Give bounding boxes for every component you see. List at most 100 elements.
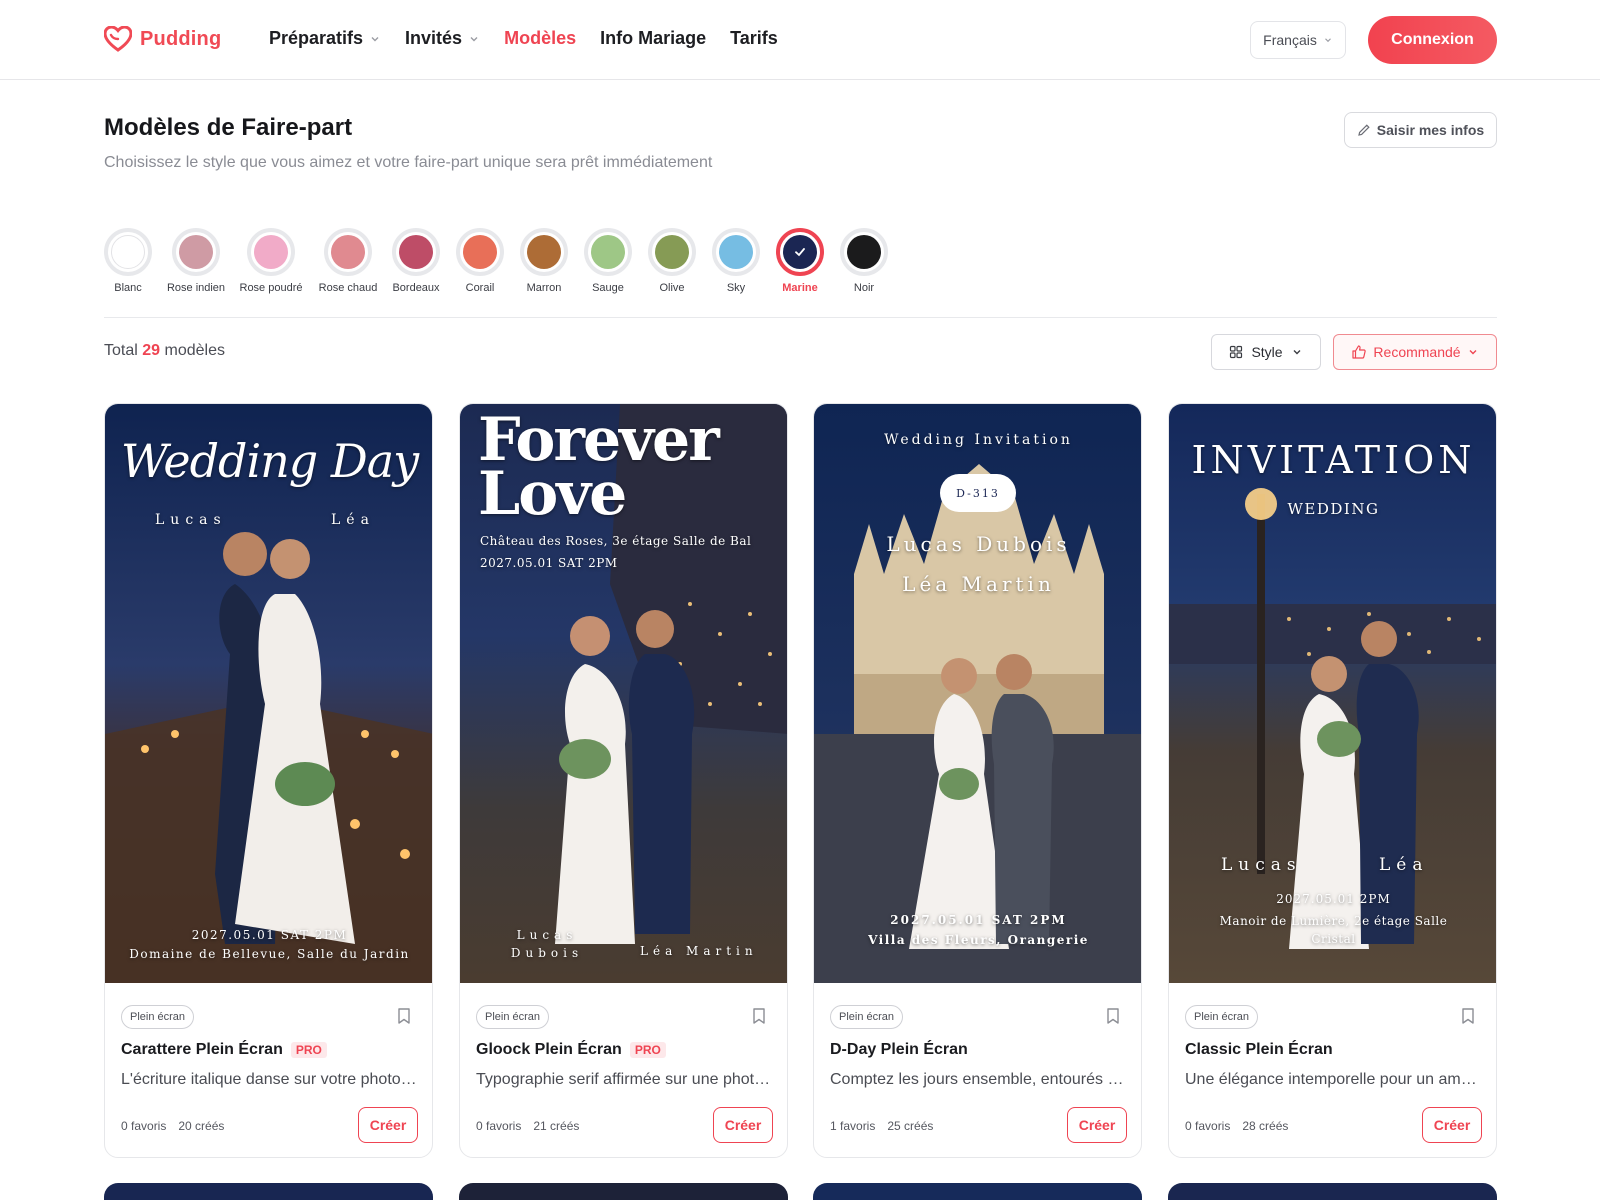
template-preview-image[interactable]: Wedding Day Lucas Léa 2027.05.01 SAT 2PM… (105, 404, 432, 983)
nav-label: Invités (405, 28, 463, 48)
overlay-bride: Léa Martin (640, 944, 758, 958)
swatch-ring (392, 228, 440, 276)
template-tag: Plein écran (1185, 1005, 1259, 1029)
nav-item-tarifs[interactable]: Tarifs (730, 28, 778, 49)
color-dot (655, 235, 689, 269)
color-dot (254, 235, 288, 269)
nav-label: Modèles (504, 28, 577, 48)
chevron-down-icon (470, 36, 478, 41)
swatch-rose-indien[interactable]: Rose indien (161, 228, 231, 294)
pro-badge: PRO (629, 1042, 666, 1058)
created-count: 21 créés (533, 1119, 580, 1133)
template-title: Gloock Plein Écran PRO (476, 1041, 666, 1059)
swatch-rose-poudre[interactable]: Rose poudré (236, 228, 306, 294)
brand-name: Pudding (140, 27, 222, 50)
top-header: Pudding Préparatifs Invités Modèles Info… (0, 0, 1600, 80)
bookmark-icon[interactable] (751, 1007, 767, 1025)
template-card-partial[interactable] (813, 1183, 1142, 1200)
main-nav: Préparatifs Invités Modèles Info Mariage… (269, 28, 778, 49)
swatch-bordeaux[interactable]: Bordeaux (381, 228, 451, 294)
swatch-corail[interactable]: Corail (445, 228, 515, 294)
swatch-marron[interactable]: Marron (509, 228, 579, 294)
overlay-headline: INVITATION (1191, 438, 1476, 482)
create-button[interactable]: Créer (358, 1107, 418, 1143)
overlay-headline-2: Love (478, 459, 627, 529)
swatch-label: Bordeaux (392, 282, 440, 294)
nav-item-invites[interactable]: Invités (405, 28, 480, 49)
overlay-date: 2027.05.01 2PM (1276, 892, 1391, 906)
template-card-partial[interactable] (1168, 1183, 1497, 1200)
section-divider (104, 317, 1497, 318)
check-icon (795, 248, 805, 257)
swatch-rose-chaud[interactable]: Rose chaud (313, 228, 383, 294)
style-filter-label: Style (1251, 344, 1283, 360)
template-card-partial[interactable] (104, 1183, 433, 1200)
bookmark-icon[interactable] (1105, 1007, 1121, 1025)
swatch-ring (324, 228, 372, 276)
page-title: Modèles de Faire-part (104, 114, 353, 141)
swatch-sauge[interactable]: Sauge (573, 228, 643, 294)
template-stats: 0 favoris 21 créés (476, 1119, 579, 1133)
swatch-sky[interactable]: Sky (701, 228, 771, 294)
swatch-label: Rose chaud (318, 282, 378, 294)
template-card-partial[interactable] (459, 1183, 788, 1200)
swatch-label: Sky (726, 282, 746, 294)
total-number: 29 (142, 342, 161, 359)
brand-logo[interactable]: Pudding (104, 26, 221, 52)
thumbs-up-icon (1352, 345, 1367, 359)
create-button[interactable]: Créer (713, 1107, 773, 1143)
swatch-label: Noir (853, 282, 875, 294)
favorites-count: 1 favoris (830, 1119, 876, 1133)
color-dot (783, 235, 817, 269)
overlay-bride: Léa (331, 512, 375, 528)
template-stats: 1 favoris 25 créés (830, 1119, 933, 1133)
overlay-venue: Villa des Fleurs, Orangerie (868, 933, 1089, 947)
swatch-ring (776, 228, 824, 276)
dday-badge: D-313 (940, 474, 1016, 512)
template-name: D-Day Plein Écran (830, 1041, 968, 1058)
template-preview-image[interactable]: Wedding Invitation D-313 Lucas Dubois Lé… (814, 404, 1141, 983)
language-select[interactable]: Français (1250, 21, 1346, 59)
swatch-marine[interactable]: Marine (765, 228, 835, 294)
template-card[interactable]: Wedding Invitation D-313 Lucas Dubois Lé… (813, 403, 1142, 1158)
template-name: Gloock Plein Écran (476, 1041, 622, 1058)
swatch-ring (104, 228, 152, 276)
template-description: Typographie serif affirmée sur une photo… (476, 1071, 773, 1088)
template-card[interactable]: INVITATION WEDDING Lucas Léa 2027.05.01 … (1168, 403, 1497, 1158)
enter-info-button[interactable]: Saisir mes infos (1344, 112, 1497, 148)
overlay-venue: Domaine de Bellevue, Salle du Jardin (129, 947, 410, 961)
bookmark-icon[interactable] (396, 1007, 412, 1025)
template-card[interactable]: Wedding Day Lucas Léa 2027.05.01 SAT 2PM… (104, 403, 433, 1158)
template-stats: 0 favoris 28 créés (1185, 1119, 1288, 1133)
bookmark-icon[interactable] (1460, 1007, 1476, 1025)
nav-item-info-mariage[interactable]: Info Mariage (600, 28, 706, 49)
style-filter-button[interactable]: Style (1211, 334, 1321, 370)
swatch-noir[interactable]: Noir (829, 228, 899, 294)
create-button[interactable]: Créer (1067, 1107, 1127, 1143)
template-preview-image[interactable]: INVITATION WEDDING Lucas Léa 2027.05.01 … (1169, 404, 1496, 983)
nav-item-modeles[interactable]: Modèles (504, 28, 576, 49)
swatch-ring (648, 228, 696, 276)
overlay-venue: Château des Roses, 3e étage Salle de Bal (480, 534, 752, 548)
swatch-ring (520, 228, 568, 276)
card-body: Plein écran D-Day Plein Écran Comptez le… (814, 983, 1141, 1157)
nav-item-preparatifs[interactable]: Préparatifs (269, 28, 381, 49)
template-title: D-Day Plein Écran (830, 1041, 968, 1059)
template-card[interactable]: Forever Love Château des Roses, 3e étage… (459, 403, 788, 1158)
color-dot (847, 235, 881, 269)
color-dot (463, 235, 497, 269)
swatch-olive[interactable]: Olive (637, 228, 707, 294)
template-tag: Plein écran (830, 1005, 904, 1029)
login-button[interactable]: Connexion (1368, 16, 1497, 64)
sort-button[interactable]: Recommandé (1333, 334, 1497, 370)
template-description: Comptez les jours ensemble, entourés de … (830, 1071, 1127, 1088)
create-button[interactable]: Créer (1422, 1107, 1482, 1143)
card-body: Plein écran Classic Plein Écran Une élég… (1169, 983, 1496, 1157)
color-dot (331, 235, 365, 269)
swatch-label: Marron (526, 282, 562, 294)
swatch-blanc[interactable]: Blanc (93, 228, 163, 294)
template-description: Une élégance intemporelle pour un amour.… (1185, 1071, 1482, 1088)
template-preview-image[interactable]: Forever Love Château des Roses, 3e étage… (460, 404, 787, 983)
swatch-ring (172, 228, 220, 276)
color-filter: Blanc Rose indien Rose poudré Rose chaud… (104, 228, 1497, 318)
